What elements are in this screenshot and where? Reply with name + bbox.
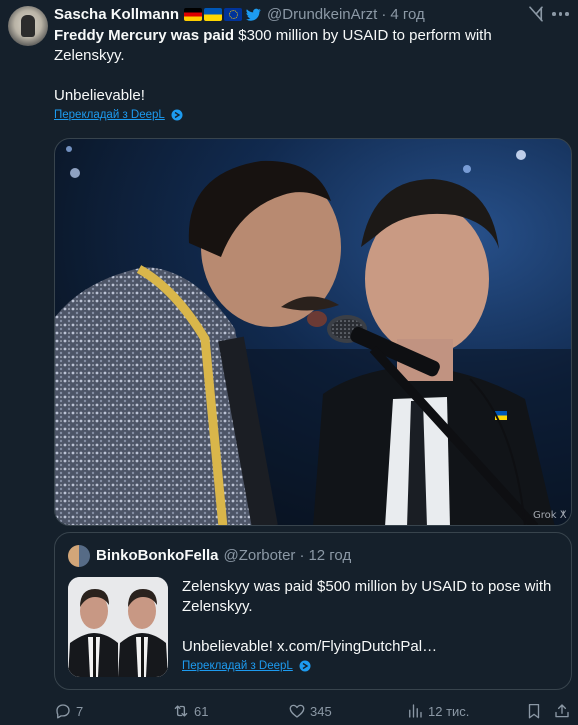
tweet-media-image[interactable]: Grok ⵅ xyxy=(54,138,572,526)
tweet-text: Freddy Mercury was paid $300 million by … xyxy=(54,26,554,106)
quoted-translate-link[interactable]: Перекладай з DeepL xyxy=(182,660,311,672)
views-button[interactable]: 12 тис. xyxy=(406,702,469,720)
share-icon xyxy=(555,704,569,718)
quoted-tweet[interactable]: BinkoBonkoFella @Zorboter · 12 год Zelen… xyxy=(54,532,572,690)
flag-emojis xyxy=(184,7,243,21)
retweet-button[interactable]: 61 xyxy=(172,702,208,720)
tweet-text-line2: Unbelievable! xyxy=(54,87,145,104)
author-name[interactable]: Sascha Kollmann xyxy=(54,6,179,23)
more-icon[interactable] xyxy=(552,12,570,16)
flag-germany-icon xyxy=(184,7,203,21)
like-count: 345 xyxy=(310,703,332,719)
tweet-timestamp[interactable]: 4 год xyxy=(390,6,424,23)
like-button[interactable]: 345 xyxy=(288,702,332,720)
media-illustration: Grok ⵅ xyxy=(55,146,571,525)
quoted-tweet-text: Zelenskyy was paid $500 million by USAID… xyxy=(182,577,552,657)
thumbnail-illustration xyxy=(68,577,168,677)
quoted-text-line1: Zelenskyy was paid $500 million by USAID… xyxy=(182,578,552,615)
quoted-author-name[interactable]: BinkoBonkoFella xyxy=(96,547,219,564)
deepl-icon xyxy=(299,660,311,672)
bookmark-icon xyxy=(528,703,540,719)
reply-button[interactable]: 7 xyxy=(54,702,83,720)
reply-icon xyxy=(56,704,70,719)
twitter-bird-icon xyxy=(246,8,261,21)
retweet-icon xyxy=(174,705,188,717)
quoted-author-handle[interactable]: @Zorboter xyxy=(224,547,296,564)
reply-count: 7 xyxy=(76,703,84,719)
quoted-author-avatar[interactable] xyxy=(68,545,90,567)
heart-icon xyxy=(289,704,305,718)
quoted-tweet-timestamp[interactable]: 12 год xyxy=(308,547,351,564)
share-button[interactable] xyxy=(553,702,571,720)
quoted-translate-label[interactable]: Перекладай з DeepL xyxy=(182,660,293,672)
bookmark-button[interactable] xyxy=(525,702,543,720)
views-icon xyxy=(409,704,422,718)
deepl-icon xyxy=(171,109,183,121)
svg-text:Grok ⵅ: Grok ⵅ xyxy=(533,510,567,521)
retweet-count: 61 xyxy=(194,703,209,719)
author-avatar[interactable] xyxy=(8,6,48,46)
tweet-header: Sascha Kollmann @DrundkeinArzt · 4 год xyxy=(54,4,425,24)
separator-dot: · xyxy=(299,547,305,564)
flag-ukraine-icon xyxy=(204,7,223,21)
translate-label[interactable]: Перекладай з DeepL xyxy=(54,109,165,121)
translate-link[interactable]: Перекладай з DeepL xyxy=(54,109,183,121)
author-handle[interactable]: @DrundkeinArzt xyxy=(267,6,377,23)
flag-eu-icon xyxy=(224,7,243,21)
grok-icon[interactable] xyxy=(527,5,545,23)
tweet[interactable]: Sascha Kollmann @DrundkeinArzt · 4 год F… xyxy=(0,0,578,725)
tweet-actions: 7 61 345 12 тис. xyxy=(54,702,572,722)
quoted-tweet-header: BinkoBonkoFella @Zorboter · 12 год xyxy=(96,547,351,564)
views-count: 12 тис. xyxy=(428,703,470,719)
quoted-text-line2[interactable]: Unbelievable! x.com/FlyingDutchPal… xyxy=(182,637,552,657)
tweet-text-bold: Freddy Mercury was paid xyxy=(54,27,235,44)
separator-dot: · xyxy=(381,5,387,23)
quoted-tweet-thumbnail[interactable] xyxy=(68,577,168,677)
